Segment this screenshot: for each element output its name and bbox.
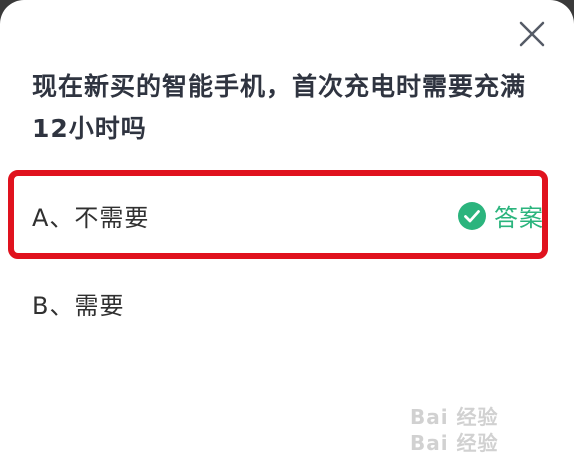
option-b[interactable]: B、需要 — [32, 286, 124, 321]
answer-tag: 答案 — [458, 198, 544, 233]
check-circle-icon — [458, 201, 486, 230]
quiz-dialog: 现在新买的智能手机，首次充电时需要充满12小时吗 A、不需要 答案 B、需要 B… — [0, 0, 574, 474]
watermark: Bai 经验 Bai 经验 — [410, 404, 560, 470]
watermark-line-1: Bai 经验 — [410, 405, 499, 429]
close-icon — [519, 21, 545, 47]
answer-tag-label: 答案 — [494, 204, 544, 232]
option-b-label: B、需要 — [32, 292, 125, 320]
question-text: 现在新买的智能手机，首次充电时需要充满12小时吗 — [32, 72, 527, 143]
close-button[interactable] — [512, 14, 552, 54]
option-a[interactable]: A、不需要 答案 — [32, 198, 544, 232]
watermark-line-2: Bai 经验 — [410, 431, 499, 455]
option-a-label: A、不需要 — [32, 204, 150, 232]
